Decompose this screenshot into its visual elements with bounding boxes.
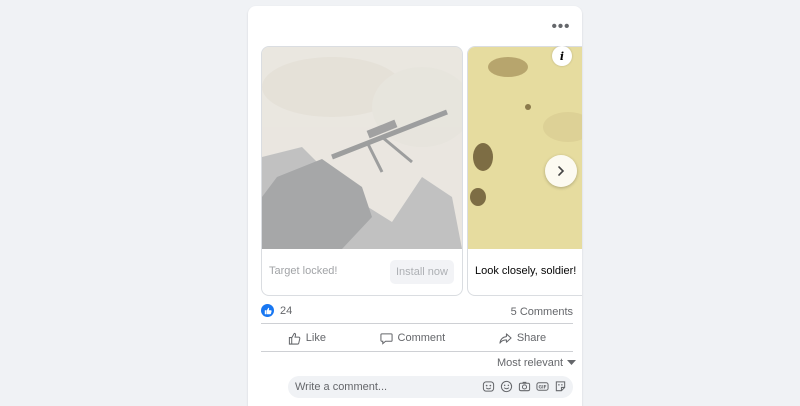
reaction-summary[interactable]: 24 [261, 304, 292, 317]
carousel-image[interactable] [262, 47, 462, 249]
next-arrow-button[interactable] [545, 155, 577, 187]
share-icon [499, 332, 512, 344]
comment-label: Comment [397, 332, 446, 344]
camera-icon[interactable] [518, 380, 531, 393]
carousel: Target locked! Install now Look closely,… [248, 46, 582, 298]
reaction-count: 24 [280, 304, 293, 317]
caret-down-icon [567, 360, 577, 365]
like-button[interactable]: Like [288, 332, 326, 345]
card-caption: Target locked! [269, 265, 338, 277]
carousel-card[interactable]: Target locked! Install now [261, 46, 463, 296]
chevron-right-icon [558, 166, 565, 176]
share-button[interactable]: Share [499, 332, 546, 345]
post-actions: Like Comment Share [261, 325, 573, 351]
more-options-button[interactable]: ••• [550, 16, 572, 36]
comment-sort-dropdown[interactable]: Most relevant [497, 357, 577, 369]
comments-count[interactable]: 5 Comments [511, 306, 573, 318]
comment-input[interactable] [295, 377, 475, 397]
share-label: Share [516, 332, 547, 344]
like-label: Like [305, 332, 326, 344]
sticker-icon[interactable] [554, 380, 567, 393]
divider [261, 323, 573, 324]
thumbs-up-icon [288, 332, 301, 345]
comment-tools: GIF [482, 380, 567, 393]
comment-box[interactable]: GIF [288, 376, 573, 398]
svg-text:GIF: GIF [538, 385, 546, 391]
gif-icon[interactable]: GIF [536, 380, 549, 393]
card-caption: Look closely, soldier! [475, 265, 577, 277]
comment-button[interactable]: Comment [379, 332, 446, 345]
install-now-button[interactable]: Install now [390, 260, 454, 284]
sort-label: Most relevant [497, 357, 564, 369]
post-card: ••• Target locked! Install now Look clos… [248, 6, 582, 406]
like-reaction-icon [261, 304, 274, 317]
divider [261, 351, 573, 352]
comment-composer: GIF [288, 376, 573, 398]
post-stats: 24 5 Comments [261, 304, 573, 324]
comment-icon [379, 332, 393, 345]
avatar-sticker-icon[interactable] [482, 380, 495, 393]
emoji-icon[interactable] [500, 380, 513, 393]
carousel-image[interactable] [468, 47, 582, 249]
info-icon[interactable]: i [552, 46, 572, 66]
